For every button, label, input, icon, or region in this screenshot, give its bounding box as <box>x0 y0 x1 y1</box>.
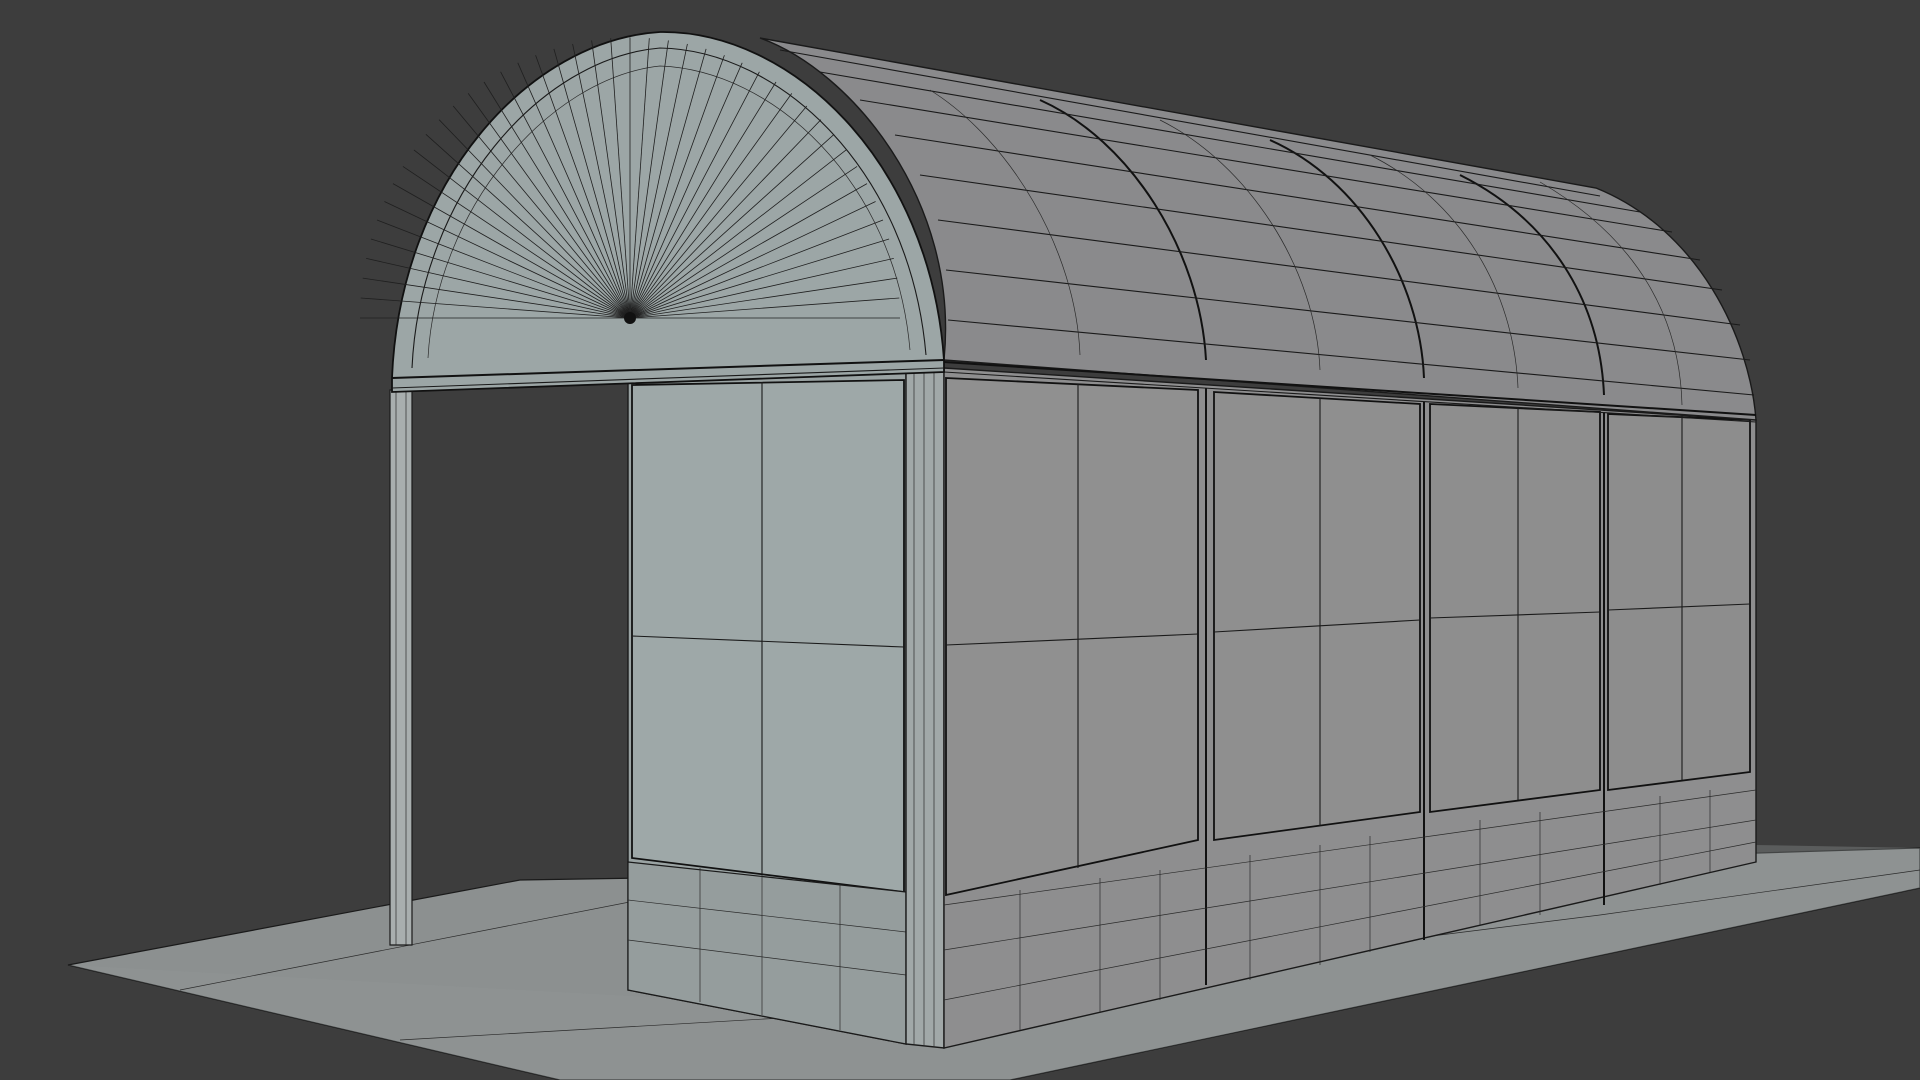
front-end-wall <box>627 371 907 1045</box>
3d-viewport[interactable] <box>0 0 1920 1080</box>
front-left-post <box>389 389 413 946</box>
fan-hub <box>624 312 636 324</box>
shelter-wireframe-model[interactable] <box>0 0 1920 1080</box>
corner-post <box>905 367 945 1049</box>
